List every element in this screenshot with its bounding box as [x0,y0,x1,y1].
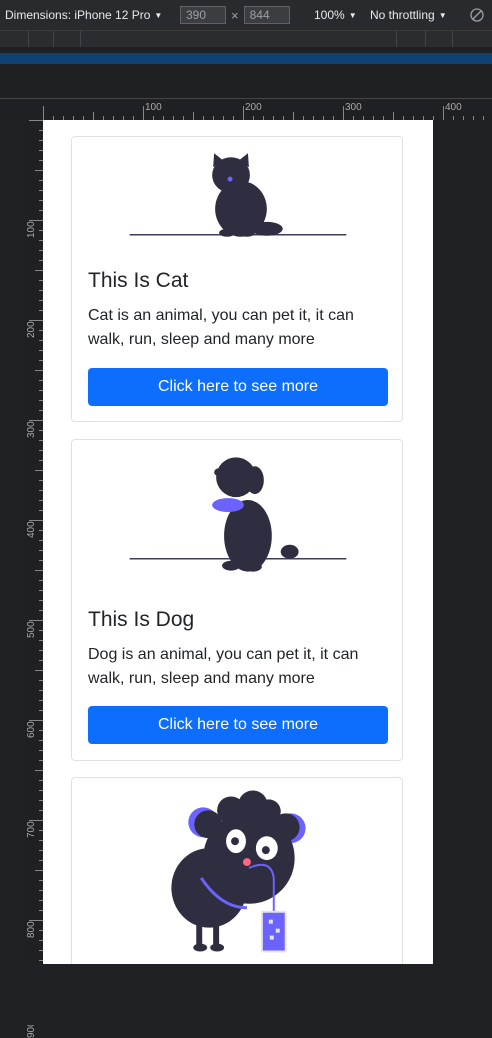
devtools-device-toolbar: Dimensions: iPhone 12 Pro ▼ × 100% ▼ No … [0,0,492,31]
cat-card: This Is Cat Cat is an animal, you can pe… [71,136,403,422]
card-title: This Is Dog [88,608,195,631]
ruler-top: 100 200 300 400 [43,100,492,120]
ruler-tick-label: 400 [26,521,37,538]
caret-down-icon: ▼ [154,10,163,20]
card-text: Cat is an animal, you can pet it, it can… [88,307,354,348]
caret-down-icon: ▼ [348,10,357,20]
ruler-tick-label: 100 [26,221,37,238]
card-text: Dog is an animal, you can pet it, it can… [88,646,359,687]
zoom-label: 100% [314,8,345,22]
ruler-tick-label: 300 [345,102,362,113]
card-title: This Is Cat [88,269,189,292]
bear-drinking-illustration [171,790,306,953]
cat-illustration [129,153,347,237]
device-viewport: This Is Cat Cat is an animal, you can pe… [43,120,433,964]
rotate-icon[interactable] [470,8,484,22]
toolbar-gap [0,64,492,99]
device-dimensions-label: Dimensions: iPhone 12 Pro [5,8,151,22]
dog-illustration [129,457,347,572]
ruler-tick-label: 300 [26,421,37,438]
bear-card [71,777,403,964]
caret-down-icon: ▼ [438,10,447,20]
times-separator: × [231,7,239,23]
ruler-tick-label: 400 [445,102,462,113]
height-input[interactable] [243,6,290,24]
media-query-bar[interactable] [0,31,492,48]
see-more-button[interactable]: Click here to see more [88,706,388,744]
zoom-dropdown[interactable]: 100% ▼ [314,8,357,22]
dog-card: This Is Dog Dog is an animal, you can pe… [71,439,403,761]
throttling-dropdown[interactable]: No throttling ▼ [370,8,447,22]
ruler-tick-label: 200 [245,102,262,113]
ruler-tick-label: 500 [26,621,37,638]
ruler-tick-label: 600 [26,721,37,738]
ruler-tick-label: 100 [145,102,162,113]
see-more-button[interactable]: Click here to see more [88,368,388,406]
width-input[interactable] [180,6,226,24]
devtools-background [0,964,492,1025]
ruler-tick-label: 700 [26,821,37,838]
ruler-corner [0,100,43,120]
ruler-tick-label: 800 [26,921,37,938]
throttling-label: No throttling [370,8,435,22]
media-query-range-bar[interactable] [0,53,492,64]
device-dimensions-dropdown[interactable]: Dimensions: iPhone 12 Pro ▼ [5,8,162,22]
ruler-tick-label: 200 [26,321,37,338]
